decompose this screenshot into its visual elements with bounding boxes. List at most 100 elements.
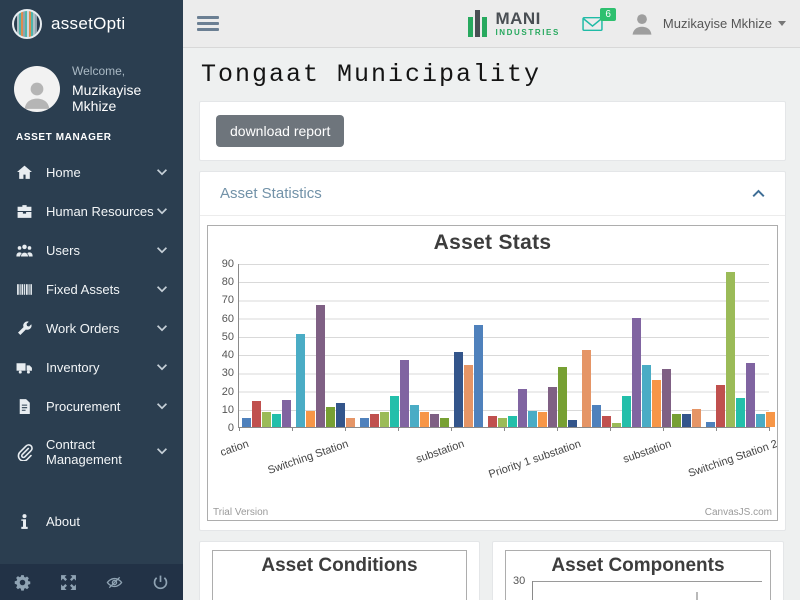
bar <box>420 412 429 427</box>
download-report-button[interactable]: download report <box>216 115 344 147</box>
power-icon[interactable] <box>152 574 169 591</box>
y-tick-label: 90 <box>222 258 234 270</box>
bar <box>242 418 251 427</box>
asset-stats-plot: 9080706050403020100 <box>238 264 769 428</box>
sidebar: assetOpti Welcome, Muzikayise Mkhize ASS… <box>0 0 183 600</box>
y-tick-30: 30 <box>513 575 525 587</box>
hamburger-menu-icon[interactable] <box>197 13 219 34</box>
y-tick-label: 60 <box>222 313 234 325</box>
bar <box>316 305 325 427</box>
bar <box>262 412 271 427</box>
document-icon <box>16 398 33 415</box>
sidebar-item-contract-management[interactable]: Contract Management <box>0 426 183 478</box>
x-category-label: cation <box>219 438 251 459</box>
bar <box>756 414 765 427</box>
chevron-down-icon <box>157 325 167 333</box>
truck-icon <box>16 359 33 376</box>
sidebar-item-fixed-assets[interactable]: Fixed Assets <box>0 270 183 309</box>
asset-stats-bars <box>239 264 769 427</box>
mani-brand-top: MANI <box>495 10 559 27</box>
sidebar-item-procurement[interactable]: Procurement <box>0 387 183 426</box>
topbar: MANI INDUSTRIES 6 Muzikayise Mkhize <box>183 0 800 48</box>
chevron-down-icon <box>157 286 167 294</box>
x-tick <box>451 427 452 431</box>
role-label: ASSET MANAGER <box>0 124 183 147</box>
x-category-label: Priority 1 substation <box>487 438 582 481</box>
x-tick <box>345 427 346 431</box>
sidebar-item-work-orders[interactable]: Work Orders <box>0 309 183 348</box>
topbar-avatar[interactable] <box>629 11 655 37</box>
x-tick <box>557 427 558 431</box>
asset-components-panel: Asset Components 30 20 <box>492 541 784 600</box>
briefcase-icon <box>16 203 33 220</box>
asset-components-chart: Asset Components 30 20 <box>505 550 771 600</box>
bar <box>612 423 621 427</box>
bar <box>282 400 291 427</box>
bar <box>454 352 463 427</box>
bar <box>766 412 775 427</box>
user-dropdown[interactable]: Muzikayise Mkhize <box>663 16 786 31</box>
avatar <box>14 66 60 112</box>
asset-conditions-chart: Asset Conditions Good (879) <box>212 550 467 600</box>
bar <box>592 405 601 427</box>
x-tick <box>292 427 293 431</box>
topbar-user-name: Muzikayise Mkhize <box>663 16 772 31</box>
bar <box>498 418 507 427</box>
x-tick <box>610 427 611 431</box>
sidebar-item-label: About <box>46 514 80 529</box>
bar <box>706 422 715 427</box>
chart-title: Asset Components <box>506 551 770 577</box>
bar <box>296 334 305 427</box>
sidebar-item-about[interactable]: About <box>0 502 183 541</box>
home-icon <box>16 164 33 181</box>
sidebar-item-inventory[interactable]: Inventory <box>0 348 183 387</box>
canvasjs-credit-link[interactable]: CanvasJS.com <box>705 507 772 518</box>
messages-button[interactable]: 6 <box>582 16 603 32</box>
sidebar-item-human-resources[interactable]: Human Resources <box>0 192 183 231</box>
y-tick-label: 0 <box>228 422 234 434</box>
bar <box>518 389 527 427</box>
expand-icon[interactable] <box>60 574 77 591</box>
bar <box>370 414 379 427</box>
sidebar-item-label: Human Resources <box>46 204 154 219</box>
bar <box>400 360 409 427</box>
bar <box>488 416 497 427</box>
mani-industries-logo: MANI INDUSTRIES <box>468 10 559 37</box>
bar <box>474 325 483 427</box>
sidebar-item-label: Work Orders <box>46 321 119 336</box>
users-icon <box>16 242 33 259</box>
sidebar-item-label: Fixed Assets <box>46 282 120 297</box>
bar <box>726 272 735 427</box>
sidebar-item-label: Procurement <box>46 399 120 414</box>
bar <box>602 416 611 427</box>
sidebar-item-users[interactable]: Users <box>0 231 183 270</box>
eye-slash-icon[interactable] <box>106 574 123 591</box>
bar <box>440 418 449 427</box>
bar <box>252 401 261 427</box>
sidebar-user-panel: Welcome, Muzikayise Mkhize <box>0 48 183 124</box>
bar <box>642 365 651 427</box>
asset-stats-x-labels: cationSwitching StationsubstationPriorit… <box>238 434 769 492</box>
collapse-chevron-up-icon[interactable] <box>752 189 765 198</box>
info-icon <box>16 513 33 530</box>
sidebar-footer <box>0 564 183 600</box>
bar <box>632 318 641 427</box>
bar <box>538 412 547 427</box>
asset-statistics-title: Asset Statistics <box>220 185 322 202</box>
sidebar-user-name: Muzikayise Mkhize <box>72 82 169 114</box>
x-tick <box>504 427 505 431</box>
bar <box>390 396 399 427</box>
x-tick <box>239 427 240 431</box>
sidebar-brand[interactable]: assetOpti <box>0 0 183 48</box>
chevron-down-icon <box>157 448 167 456</box>
brand-name: assetOpti <box>51 14 126 34</box>
caret-down-icon <box>778 21 786 26</box>
y-tick-label: 10 <box>222 404 234 416</box>
gear-icon[interactable] <box>14 574 31 591</box>
sidebar-menu: Home Human Resources Users Fixed Assets Work… <box>0 147 183 564</box>
page-title: Tongaat Municipality <box>201 60 786 89</box>
bar <box>380 412 389 427</box>
sidebar-item-home[interactable]: Home <box>0 153 183 192</box>
main-area: MANI INDUSTRIES 6 Muzikayise Mkhize Tong… <box>183 0 800 600</box>
bar <box>716 385 725 427</box>
